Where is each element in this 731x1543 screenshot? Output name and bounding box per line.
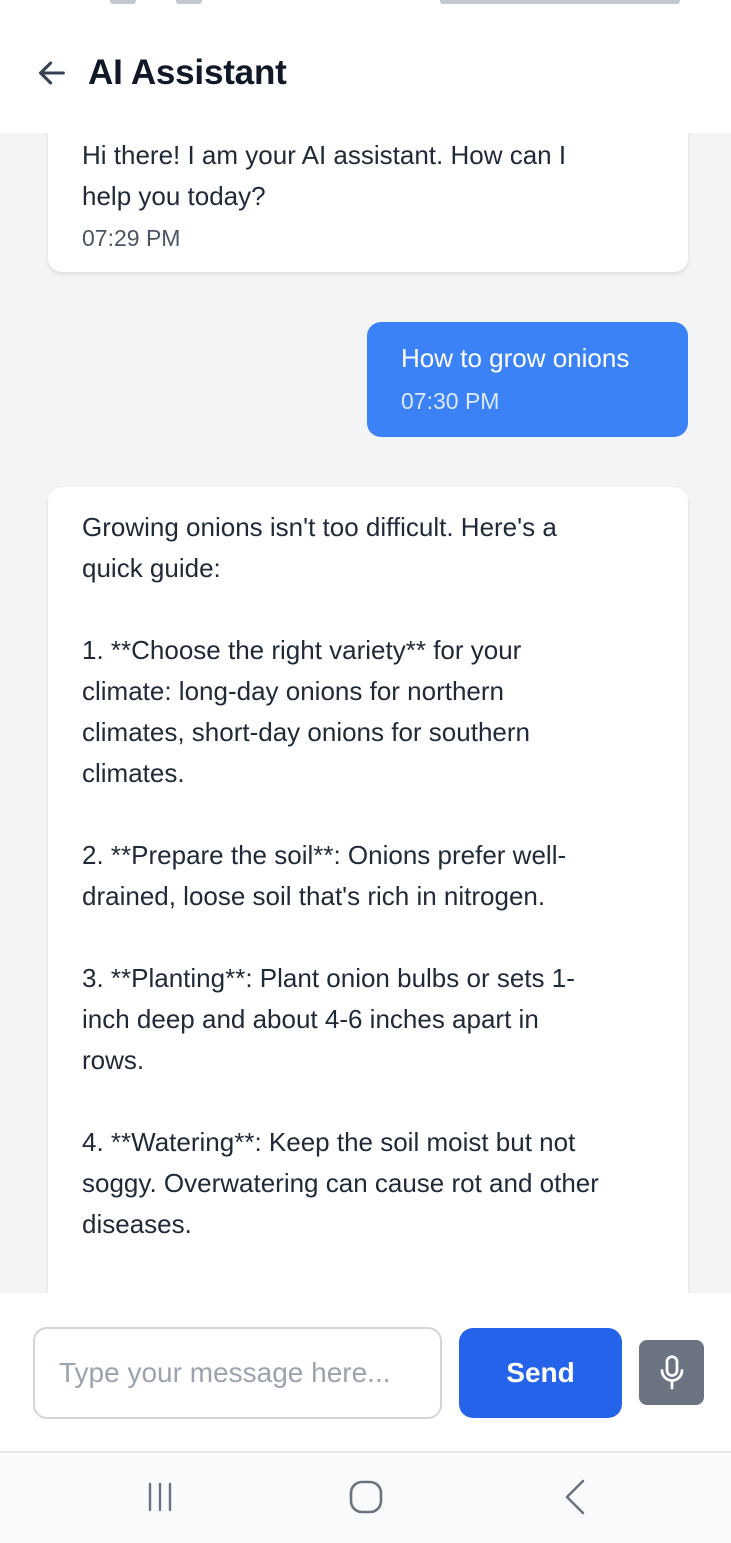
arrow-left-icon — [39, 61, 65, 84]
assistant-message: Hi there! I am your AI assistant. How ca… — [48, 133, 688, 272]
message-time: 07:29 PM — [82, 225, 181, 251]
back-button[interactable] — [34, 55, 70, 91]
user-message: How to grow onions 07:30 PM — [367, 322, 688, 437]
microphone-icon — [660, 1354, 683, 1389]
message-text: How to grow onions — [401, 343, 630, 373]
composer-bar: Send — [0, 1293, 731, 1453]
page-title: AI Assistant — [88, 52, 287, 92]
status-bar — [0, 0, 731, 12]
recents-button[interactable] — [140, 1477, 180, 1517]
recents-icon — [148, 1482, 172, 1512]
message-text: Hi there! I am your AI assistant. How ca… — [82, 140, 567, 211]
assistant-message: Growing onions isn't too difficult. Here… — [48, 487, 688, 1293]
app-header: AI Assistant — [0, 12, 731, 133]
chat-area[interactable]: Hi there! I am your AI assistant. How ca… — [0, 133, 731, 1293]
home-button[interactable] — [346, 1477, 386, 1517]
mic-button[interactable] — [639, 1340, 704, 1405]
message-text: Growing onions isn't too difficult. Here… — [82, 512, 599, 1293]
home-icon — [349, 1480, 383, 1514]
system-navigation-bar — [0, 1455, 731, 1543]
send-button[interactable]: Send — [459, 1328, 622, 1418]
message-input[interactable] — [33, 1327, 442, 1419]
chevron-left-icon — [565, 1479, 585, 1515]
system-back-button[interactable] — [556, 1477, 592, 1517]
message-time: 07:30 PM — [401, 388, 500, 414]
